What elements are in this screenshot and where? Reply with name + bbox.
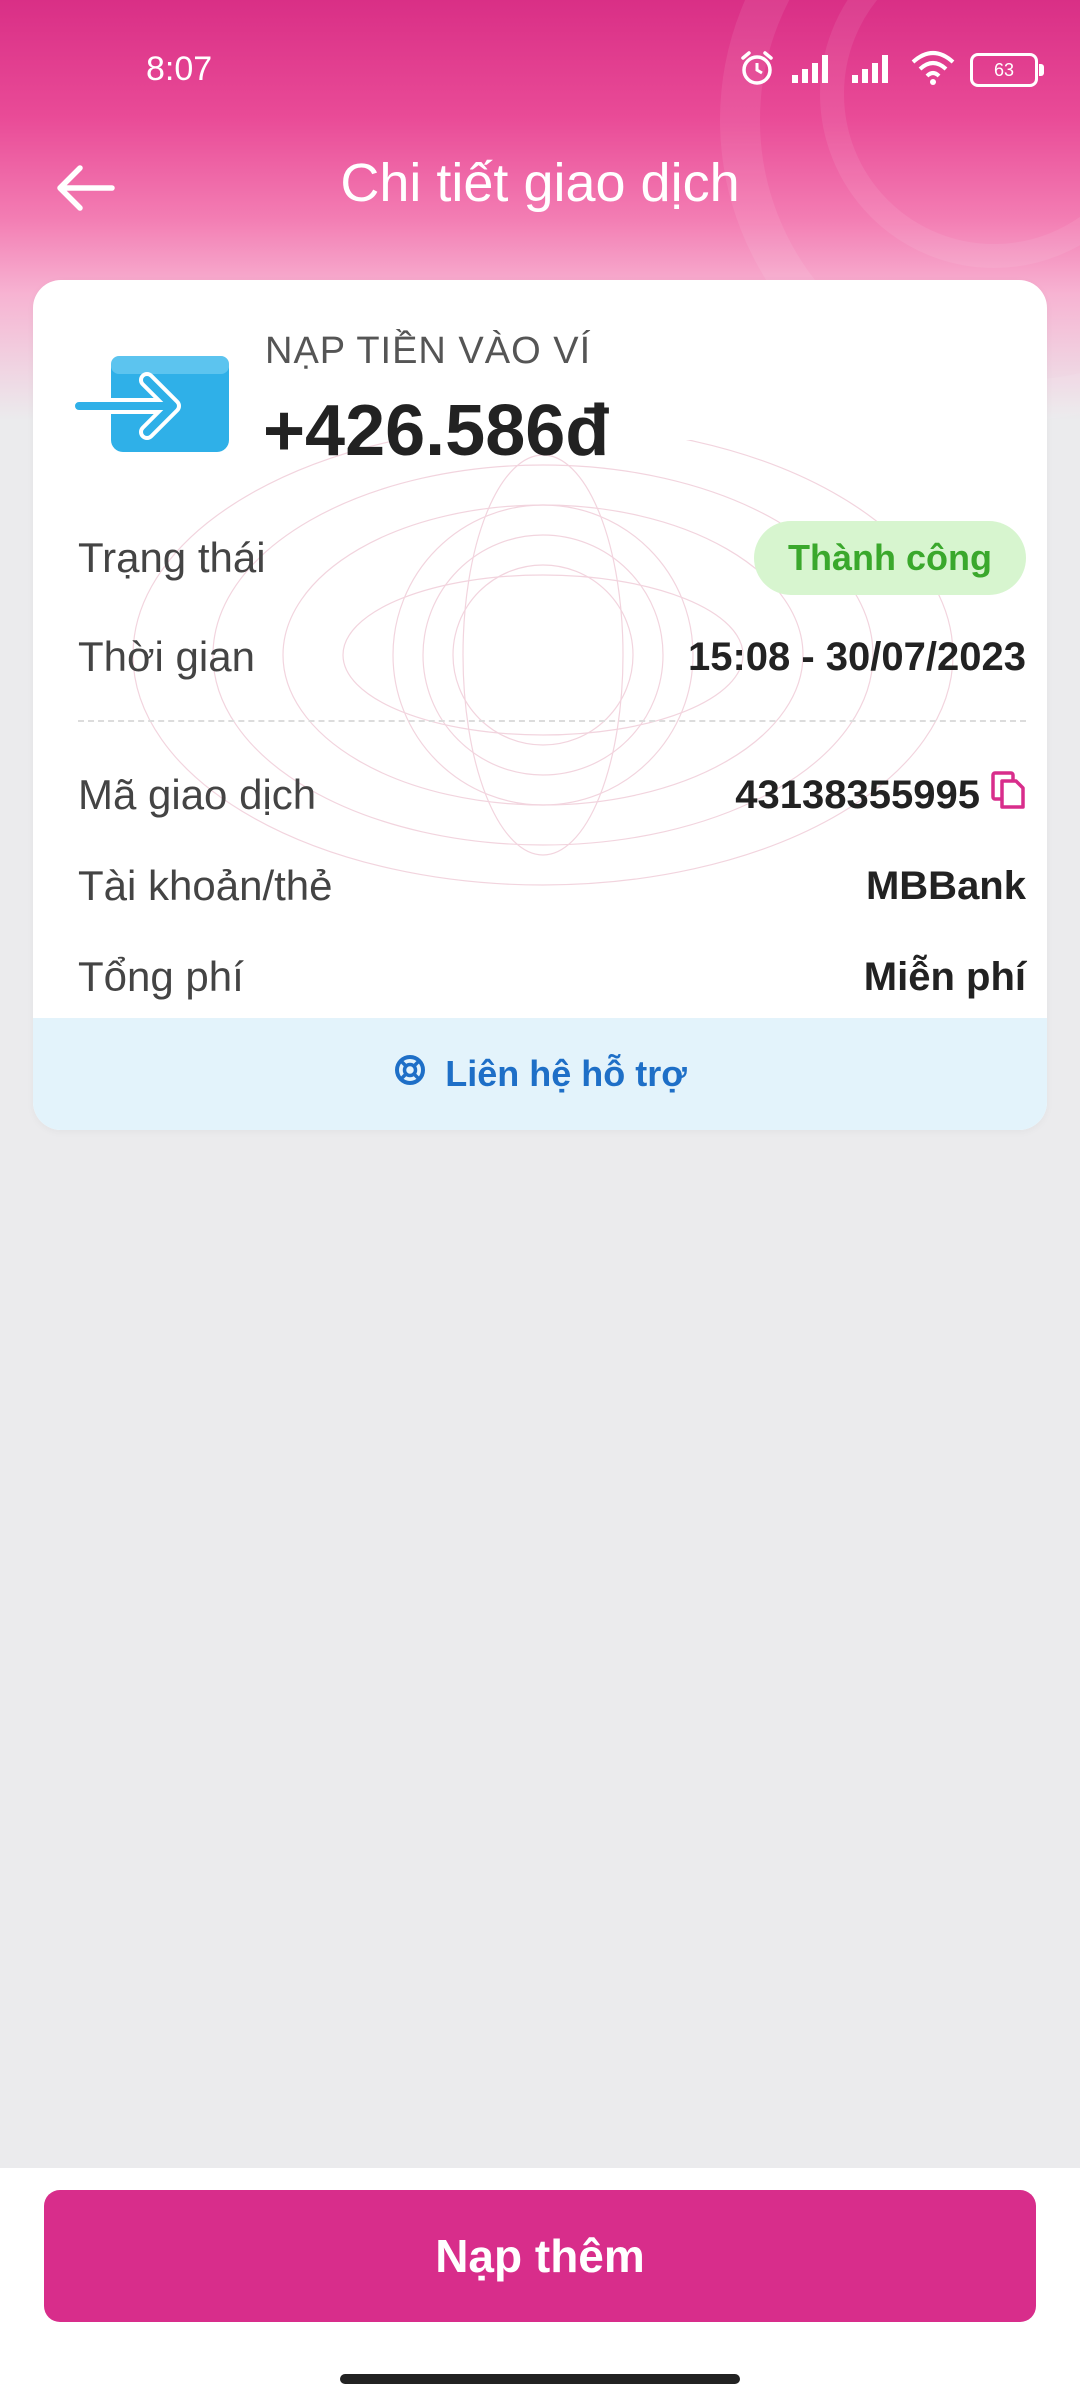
status-row: Trạng thái Thành công bbox=[78, 521, 1026, 595]
transaction-id-value: 43138355995 bbox=[735, 770, 1026, 820]
contact-support-button[interactable]: Liên hệ hỗ trợ bbox=[33, 1018, 1047, 1130]
fee-label: Tổng phí bbox=[78, 953, 244, 1000]
lifebuoy-icon bbox=[393, 1053, 427, 1096]
status-bar: 8:07 63 bbox=[0, 0, 1080, 140]
app-bar: Chi tiết giao dịch bbox=[0, 130, 1080, 240]
contact-support-label: Liên hệ hỗ trợ bbox=[445, 1053, 687, 1094]
fee-row: Tổng phí Miễn phí bbox=[78, 942, 1026, 1012]
alarm-icon bbox=[738, 49, 776, 92]
transaction-card: NẠP TIỀN VÀO VÍ +426.586đ Trạng thái Thà… bbox=[33, 280, 1047, 1130]
fee-value: Miễn phí bbox=[863, 954, 1026, 999]
top-up-more-button[interactable]: Nạp thêm bbox=[44, 2190, 1036, 2322]
account-label: Tài khoản/thẻ bbox=[78, 862, 333, 909]
bottom-panel: Nạp thêm bbox=[0, 2168, 1080, 2400]
transaction-id-row: Mã giao dịch 43138355995 bbox=[78, 760, 1026, 830]
wallet-deposit-icon bbox=[75, 356, 229, 452]
time-label: Thời gian bbox=[78, 633, 255, 680]
status-icons: 63 bbox=[738, 49, 1044, 92]
home-indicator[interactable] bbox=[340, 2374, 740, 2384]
transaction-id-text: 43138355995 bbox=[735, 772, 980, 817]
signal-icon bbox=[790, 51, 836, 90]
transaction-type: NẠP TIỀN VÀO VÍ bbox=[265, 330, 592, 372]
divider bbox=[78, 720, 1026, 722]
transaction-amount: +426.586đ bbox=[263, 391, 610, 471]
battery-icon: 63 bbox=[970, 53, 1044, 87]
account-row: Tài khoản/thẻ MBBank bbox=[78, 851, 1026, 921]
wifi-icon bbox=[910, 50, 956, 91]
battery-level: 63 bbox=[993, 59, 1015, 80]
status-badge: Thành công bbox=[754, 521, 1026, 595]
copy-icon[interactable] bbox=[990, 770, 1026, 820]
transaction-id-label: Mã giao dịch bbox=[78, 771, 317, 818]
account-value: MBBank bbox=[865, 863, 1026, 908]
signal-icon bbox=[850, 51, 896, 90]
time-row: Thời gian 15:08 - 30/07/2023 bbox=[78, 622, 1026, 692]
time-value: 15:08 - 30/07/2023 bbox=[687, 634, 1026, 679]
page-title: Chi tiết giao dịch bbox=[340, 153, 740, 213]
status-label: Trạng thái bbox=[78, 534, 266, 581]
status-time: 8:07 bbox=[146, 50, 213, 88]
